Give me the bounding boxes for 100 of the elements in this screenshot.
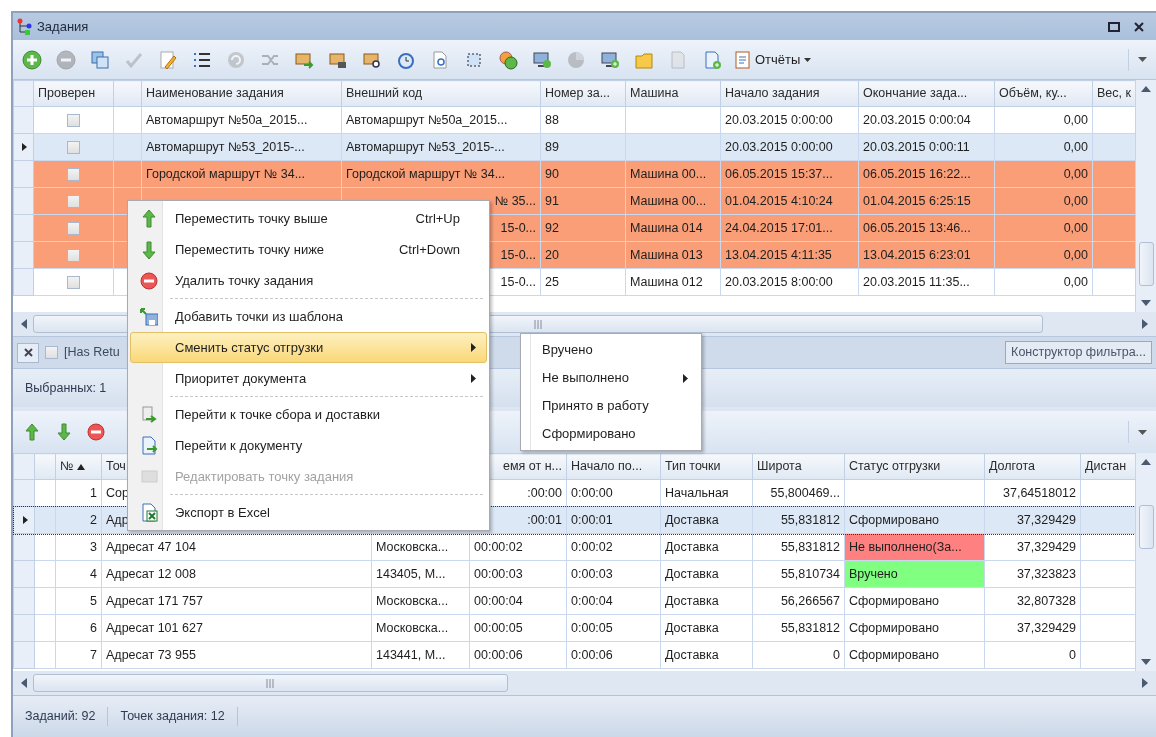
table-cell: 4 bbox=[90, 566, 97, 581]
checkbox[interactable] bbox=[67, 194, 80, 208]
column-header: Статус отгрузки bbox=[849, 459, 941, 474]
table-cell: Сформировано bbox=[849, 620, 939, 635]
table-cell: Доставка bbox=[665, 647, 719, 662]
table-cell: 0,00 bbox=[1063, 220, 1088, 235]
pie-chart-icon bbox=[566, 49, 586, 70]
menu-item[interactable]: Экспорт в Excel bbox=[130, 497, 487, 528]
checkbox[interactable] bbox=[67, 275, 80, 289]
table-cell: 89 bbox=[545, 139, 559, 154]
table-cell: 0:00:05 bbox=[571, 620, 613, 635]
menu-item[interactable]: Перейти к документу bbox=[130, 430, 487, 461]
menu-item[interactable]: Приоритет документа bbox=[130, 363, 487, 394]
menu-item[interactable]: Удалить точку задания bbox=[130, 265, 487, 296]
checkbox[interactable] bbox=[67, 167, 80, 181]
table-cell: 37,64518012 bbox=[1003, 485, 1076, 500]
menu-item[interactable]: Не выполнено bbox=[523, 364, 699, 392]
table-cell: Доставка bbox=[665, 539, 719, 554]
table-cell: :00:00 bbox=[527, 485, 562, 500]
menu-item[interactable]: Переместить точку выше Ctrl+Up bbox=[130, 203, 487, 234]
scroll-up-icon[interactable] bbox=[1141, 86, 1151, 92]
scroll-left-icon[interactable] bbox=[21, 319, 27, 329]
table-cell: 0:00:01 bbox=[571, 512, 613, 527]
column-header: Окончание зада... bbox=[863, 86, 968, 101]
table-cell: 0:00:04 bbox=[571, 593, 613, 608]
table-cell: 24.04.2015 17:01... bbox=[725, 220, 833, 235]
menu-item[interactable]: Вручено bbox=[523, 336, 699, 364]
table-cell: 00:00:03 bbox=[474, 566, 523, 581]
column-header: № bbox=[60, 459, 74, 474]
scroll-down-icon[interactable] bbox=[1141, 300, 1151, 306]
table-cell: 0,00 bbox=[1063, 166, 1088, 181]
table-cell: Автомаршрут №50a_2015... bbox=[346, 112, 508, 127]
filter-text: [Has Retu bbox=[64, 344, 120, 362]
table-cell: Адресат 101 627 bbox=[106, 620, 203, 635]
delete-icon bbox=[86, 422, 106, 442]
table-cell: 55,831812 bbox=[780, 539, 840, 554]
column-header: Начало по... bbox=[571, 459, 643, 474]
table-cell: 32,807328 bbox=[1016, 593, 1076, 608]
report-icon bbox=[735, 50, 751, 69]
checkbox[interactable] bbox=[67, 248, 80, 262]
reports-menu-button[interactable]: Отчёты bbox=[735, 49, 812, 70]
column-header: Внешний код bbox=[346, 86, 423, 101]
table-cell: Адресат 47 104 bbox=[106, 539, 196, 554]
table-cell: 1 bbox=[90, 485, 97, 500]
table-cell: 0 bbox=[1069, 647, 1076, 662]
table-cell: 0 bbox=[833, 647, 840, 662]
table-cell: Адресат 12 008 bbox=[106, 566, 196, 581]
menu-item[interactable]: Сменить статус отгрузки bbox=[130, 332, 487, 363]
scroll-up-icon[interactable] bbox=[1141, 459, 1151, 465]
down-arrow-icon bbox=[140, 239, 158, 260]
column-header: Начало задания bbox=[725, 86, 820, 101]
column-header: Дистан bbox=[1085, 459, 1127, 474]
scroll-right-icon[interactable] bbox=[1142, 678, 1148, 688]
filter-builder-button[interactable]: Конструктор фильтра... bbox=[1005, 341, 1152, 364]
menu-item[interactable]: Перейти к точке сбора и доставки bbox=[130, 399, 487, 430]
column-header: Точ bbox=[106, 459, 126, 474]
scroll-left-icon[interactable] bbox=[21, 678, 27, 688]
menu-item[interactable]: Принято в работу bbox=[523, 392, 699, 420]
menu-item[interactable]: Сформировано bbox=[523, 420, 699, 448]
document-add-icon bbox=[702, 49, 722, 70]
restore-icon bbox=[1108, 20, 1120, 33]
toolbar-button[interactable] bbox=[85, 421, 107, 443]
checkbox[interactable] bbox=[67, 140, 80, 154]
scroll-down-icon[interactable] bbox=[1141, 659, 1151, 665]
current-row-icon bbox=[20, 142, 27, 153]
scroll-right-icon[interactable] bbox=[1142, 319, 1148, 329]
table-cell: 01.04.2015 6:25:15 bbox=[863, 193, 971, 208]
table-cell: Доставка bbox=[665, 593, 719, 608]
caret-icon bbox=[1138, 429, 1147, 435]
table-cell: 20.03.2015 0:00:00 bbox=[725, 139, 833, 154]
clear-filter-button[interactable] bbox=[17, 342, 39, 363]
table-cell: Автомаршрут №50a_2015... bbox=[146, 112, 308, 127]
column-header: Наименование задания bbox=[146, 86, 284, 101]
menu-item[interactable]: Переместить точку ниже Ctrl+Down bbox=[130, 234, 487, 265]
column-header: Вес, к bbox=[1097, 86, 1131, 101]
table-cell: 20.03.2015 0:00:11 bbox=[863, 139, 970, 154]
checkbox[interactable] bbox=[45, 346, 58, 359]
table-cell: 55,810734 bbox=[780, 566, 840, 581]
checkbox[interactable] bbox=[67, 221, 80, 235]
table-cell: 37,329429 bbox=[1016, 620, 1076, 635]
table-cell: 00:00:05 bbox=[474, 620, 523, 635]
submenu-arrow-icon bbox=[683, 373, 688, 383]
table-cell: :00:01 bbox=[527, 512, 562, 527]
table-cell: 0,00 bbox=[1063, 247, 1088, 262]
table-cell: 06.05.2015 16:22... bbox=[863, 166, 971, 181]
table-cell: 20.03.2015 11:35... bbox=[863, 274, 970, 289]
table-cell: 00:00:02 bbox=[474, 539, 523, 554]
table-cell: Доставка bbox=[665, 512, 719, 527]
table-cell: Московска... bbox=[376, 620, 449, 635]
coins-icon bbox=[498, 49, 518, 70]
checkbox[interactable] bbox=[67, 113, 80, 127]
table-cell: 6 bbox=[90, 620, 97, 635]
table-cell: Автомаршрут №53_2015-... bbox=[346, 139, 505, 154]
table-cell: Адресат 171 757 bbox=[106, 593, 203, 608]
column-header: Широта bbox=[757, 459, 802, 474]
table-cell: 0:00:03 bbox=[571, 566, 613, 581]
table-cell: 13.04.2015 4:11:35 bbox=[725, 247, 832, 262]
table-cell: 56,266567 bbox=[780, 593, 840, 608]
table-cell: Начальная bbox=[665, 485, 729, 500]
menu-item[interactable]: Добавить точки из шаблона bbox=[130, 301, 487, 332]
